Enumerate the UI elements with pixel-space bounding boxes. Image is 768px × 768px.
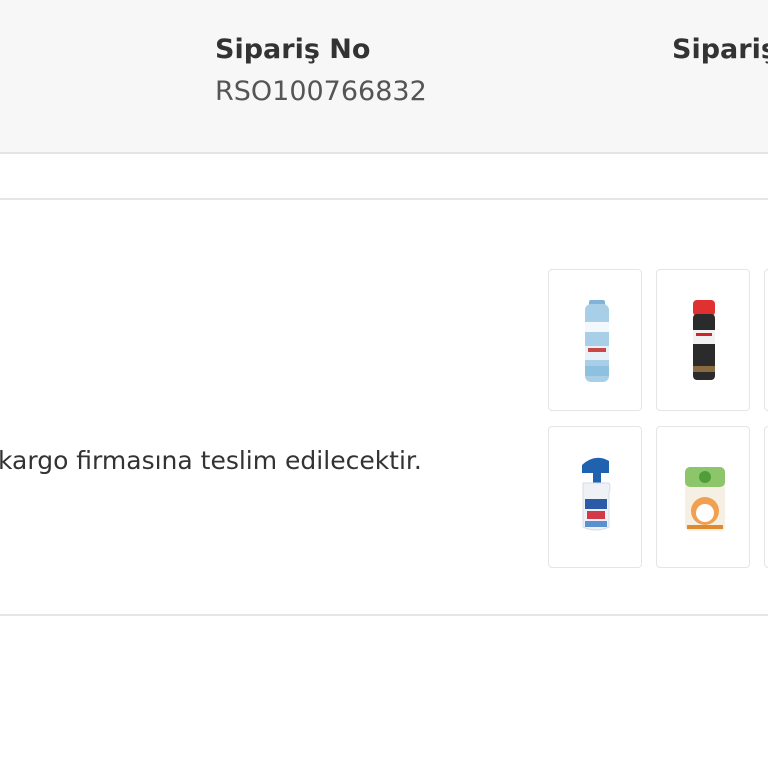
order-second-label: Sipariş [672, 34, 768, 65]
order-number-label: Sipariş No [215, 34, 371, 65]
order-number-column: Sipariş No RSO100766832 [215, 32, 427, 110]
blue-aerosol-can-icon [585, 300, 609, 382]
product-thumbnail-partial[interactable] [764, 426, 768, 568]
order-header: Sipariş No RSO100766832 Sipariş [0, 0, 768, 154]
product-thumbnail[interactable] [548, 269, 642, 411]
product-thumbnail[interactable] [656, 426, 750, 568]
red-cap-spray-can-icon [693, 300, 715, 380]
section-divider [0, 198, 768, 200]
blue-cap-cleaner-bottle-icon [582, 457, 611, 531]
product-thumbnail[interactable] [548, 426, 642, 568]
order-number-value: RSO100766832 [215, 76, 427, 107]
product-thumbnail[interactable] [656, 269, 750, 411]
delivery-note: kargo firmasına teslim edilecektir. [0, 446, 422, 475]
air-freshener-refill-icon [685, 467, 725, 531]
order-second-column: Sipariş [672, 32, 768, 68]
product-thumbnail-partial[interactable] [764, 269, 768, 411]
section-divider [0, 614, 768, 616]
